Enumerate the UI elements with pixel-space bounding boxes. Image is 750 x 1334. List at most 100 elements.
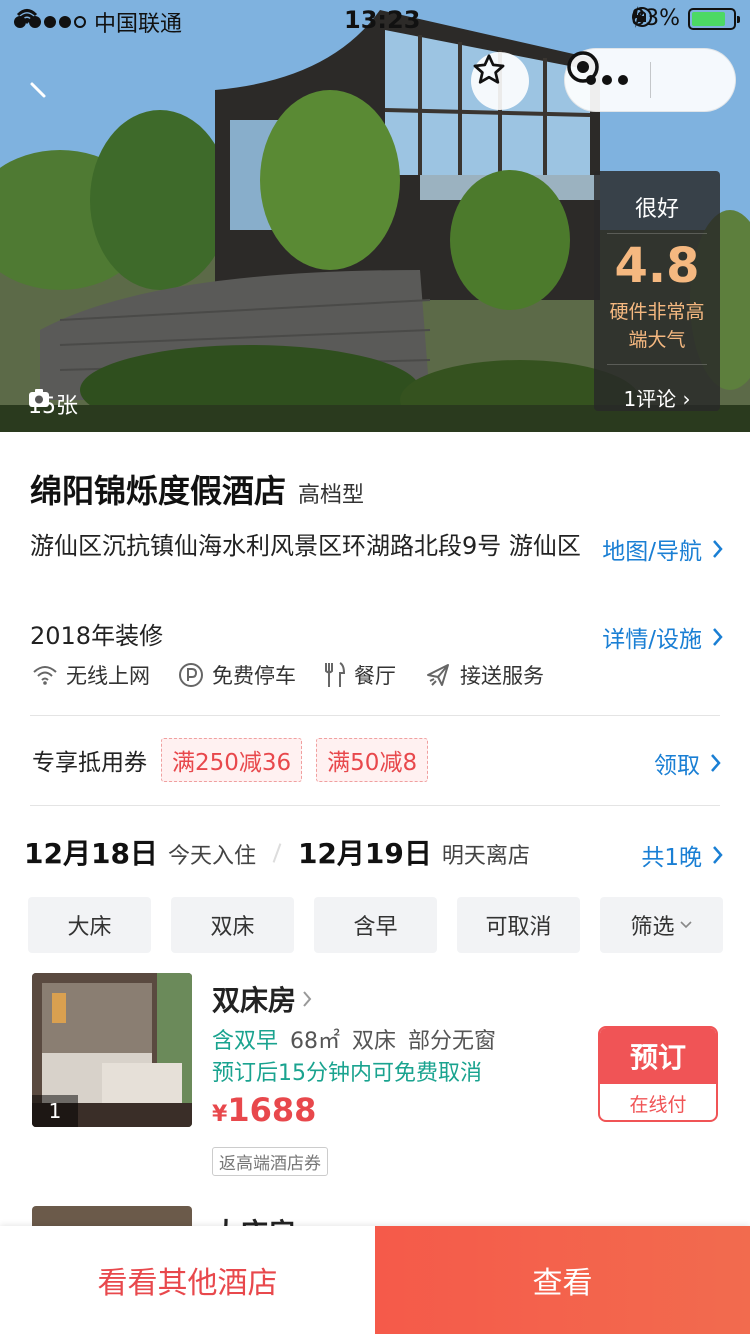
wifi-icon	[33, 666, 57, 685]
wifi-status-icon	[16, 9, 38, 24]
coupon-row: 专享抵用券 满250减36 满50减8 领取	[32, 738, 722, 782]
price-value: 1688	[227, 1091, 317, 1129]
other-hotels-button[interactable]: 看看其他酒店	[0, 1226, 375, 1334]
book-button[interactable]: 预订 在线付	[598, 1026, 718, 1122]
room-promo-tag: 返高端酒店券	[212, 1147, 328, 1176]
target-icon	[567, 51, 599, 83]
hotel-hero-photo[interactable]: 中国联通 13:23 83% 15张 很好 4.8 硬件非常高端大气 1评论 ›	[0, 0, 750, 432]
amenities-list: 无线上网 免费停车 餐厅 接送服务	[32, 660, 544, 690]
plane-icon	[427, 664, 449, 686]
details-facilities-link[interactable]: 详情/设施	[602, 620, 724, 654]
room-specs: 含双早 68㎡ 双床 部分无窗	[212, 1023, 496, 1055]
chevron-right-icon	[303, 991, 312, 1007]
coupon-label: 专享抵用券	[32, 750, 147, 776]
checkout-label: 明天离店	[441, 844, 530, 869]
restaurant-icon	[325, 662, 346, 687]
room-area: 68㎡	[290, 1029, 341, 1054]
status-bar: 中国联通 13:23 83%	[0, 0, 750, 40]
coupon-chip[interactable]: 满50减8	[316, 738, 429, 782]
renovation-year: 2018年装修	[30, 622, 164, 650]
back-arrow-icon	[30, 82, 46, 98]
bottom-action-bar: 看看其他酒店 查看	[0, 1226, 750, 1334]
pay-method-label: 在线付	[629, 1093, 687, 1116]
chevron-down-icon	[679, 921, 692, 929]
nights-link[interactable]: 共1晚	[641, 838, 724, 872]
claim-label: 领取	[654, 753, 700, 779]
filter-cancellable[interactable]: 可取消	[457, 897, 580, 953]
room-photo[interactable]: 1	[32, 973, 192, 1127]
review-count: 1评论	[623, 387, 677, 411]
photo-count[interactable]: 15张	[28, 388, 78, 420]
hotel-name: 绵阳锦烁度假酒店	[30, 472, 287, 510]
room-window: 部分无窗	[408, 1029, 497, 1054]
rating-divider-2	[607, 364, 707, 365]
claim-coupon-link[interactable]: 领取	[654, 746, 722, 780]
capsule-divider	[649, 62, 651, 98]
date-separator	[272, 843, 282, 863]
star-icon	[473, 54, 505, 84]
amenity-label: 餐厅	[354, 664, 396, 688]
map-navigation-label: 地图/导航	[602, 539, 702, 565]
amenity-restaurant: 餐厅	[324, 660, 396, 690]
chevron-right-icon: ›	[682, 387, 691, 411]
amenity-label: 接送服务	[460, 664, 544, 688]
nights-label: 共1晚	[641, 845, 702, 871]
room-name: 双床房	[212, 984, 297, 1017]
details-facilities-label: 详情/设施	[602, 627, 702, 653]
hotel-detail-page: 中国联通 13:23 83% 15张 很好 4.8 硬件非常高端大气 1评论 ›…	[0, 0, 750, 1334]
view-button[interactable]: 查看	[375, 1226, 750, 1334]
filter-more-label: 筛选	[630, 915, 675, 940]
carrier-group: 中国联通	[14, 6, 182, 38]
status-time: 13:23	[344, 6, 421, 34]
room-photo-count: 1	[32, 1095, 78, 1127]
amenity-wifi: 无线上网	[32, 660, 150, 690]
room-card[interactable]: 1 双床房 含双早 68㎡ 双床 部分无窗 预订后15分钟内可免费取消 ¥168…	[32, 973, 722, 1176]
checkin-label: 今天入住	[167, 844, 256, 869]
chevron-right-icon	[713, 540, 723, 558]
checkin-date: 12月18日	[24, 837, 158, 870]
section-divider	[30, 715, 720, 716]
filter-king-bed[interactable]: 大床	[28, 897, 151, 953]
status-right-group: 83%	[631, 6, 740, 31]
room-filters: 大床 双床 含早 可取消 筛选	[28, 897, 723, 953]
rating-card[interactable]: 很好 4.8 硬件非常高端大气 1评论 ›	[594, 171, 720, 411]
coupon-chip[interactable]: 满250减36	[161, 738, 303, 782]
room-cancel-policy: 预订后15分钟内可免费取消	[212, 1061, 482, 1086]
back-button[interactable]	[26, 76, 56, 106]
room-breakfast: 含双早	[212, 1029, 279, 1054]
room-price: ¥1688	[212, 1091, 316, 1129]
rating-level: 很好	[634, 197, 679, 222]
room-name-link[interactable]: 双床房	[212, 979, 312, 1019]
rating-divider	[607, 233, 707, 234]
amenity-parking: 免费停车	[178, 660, 296, 690]
chevron-right-icon	[713, 628, 723, 646]
price-currency: ¥	[212, 1102, 228, 1127]
amenity-shuttle: 接送服务	[424, 660, 544, 690]
favorite-button[interactable]	[471, 52, 529, 110]
title-row: 绵阳锦烁度假酒店 高档型	[30, 466, 364, 512]
review-count-link[interactable]: 1评论 ›	[594, 383, 720, 412]
carrier-name: 中国联通	[94, 12, 183, 37]
miniprogram-capsule	[564, 48, 736, 112]
charging-icon	[632, 6, 643, 28]
filter-more[interactable]: 筛选	[600, 897, 723, 953]
room-bed: 双床	[352, 1029, 397, 1054]
book-label: 预订	[600, 1028, 716, 1084]
amenity-label: 无线上网	[66, 664, 150, 688]
filter-twin-bed[interactable]: 双床	[171, 897, 294, 953]
filter-breakfast[interactable]: 含早	[314, 897, 437, 953]
amenity-label: 免费停车	[212, 664, 296, 688]
chevron-right-icon	[711, 754, 721, 772]
rating-comment: 硬件非常高端大气	[609, 301, 705, 351]
camera-icon	[29, 389, 49, 407]
rating-score: 4.8	[614, 238, 700, 294]
date-selector[interactable]: 12月18日 今天入住 12月19日 明天离店 共1晚	[24, 832, 724, 876]
hotel-address: 游仙区沉抗镇仙海水利风景区环湖路北段9号 游仙区	[30, 532, 581, 560]
battery-icon	[688, 7, 740, 30]
checkout-date: 12月19日	[297, 837, 432, 870]
section-divider	[30, 805, 720, 806]
map-navigation-link[interactable]: 地图/导航	[602, 532, 724, 566]
parking-icon	[179, 663, 203, 687]
chevron-right-icon	[713, 846, 723, 864]
hotel-type: 高档型	[298, 483, 365, 508]
